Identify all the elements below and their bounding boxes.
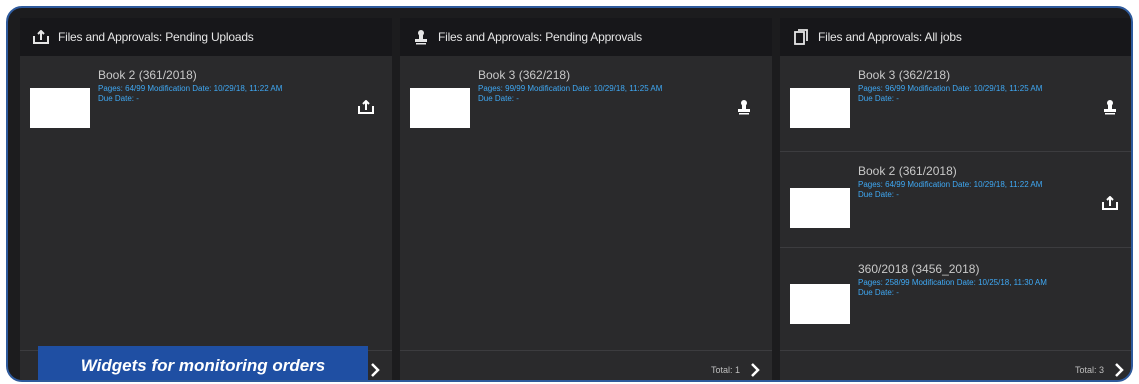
widget-title: Files and Approvals: All jobs [818, 30, 962, 44]
list-item[interactable]: Book 3 (362/218) Pages: 99/99 Modificati… [400, 56, 772, 152]
approval-stamp-icon [412, 29, 430, 45]
job-meta: Pages: 64/99 Modification Date: 10/29/18… [98, 84, 283, 93]
list-item[interactable]: 360/2018 (3456_2018) Pages: 258/99 Modif… [780, 248, 1131, 344]
chevron-right-icon[interactable] [750, 362, 762, 377]
job-title[interactable]: 360/2018 (3456_2018) [858, 262, 979, 276]
widget-footer: Total: 3 [780, 350, 1131, 380]
widget-title: Files and Approvals: Pending Approvals [438, 30, 642, 44]
widget-header: Files and Approvals: Pending Approvals [400, 18, 772, 56]
list-item[interactable]: Book 2 (361/2018) Pages: 64/99 Modificat… [780, 152, 1131, 248]
chevron-right-icon[interactable] [1114, 362, 1126, 377]
due-date: Due Date: - [478, 94, 519, 103]
document-thumbnail[interactable] [790, 284, 850, 324]
widget-header: Files and Approvals: Pending Uploads [20, 18, 392, 56]
due-date: Due Date: - [858, 94, 899, 103]
widget-footer: Total: 1 [400, 350, 772, 380]
job-meta: Pages: 99/99 Modification Date: 10/29/18… [478, 84, 663, 93]
pending-approvals-widget: Files and Approvals: Pending Approvals B… [400, 18, 772, 380]
upload-icon[interactable] [1100, 194, 1120, 212]
document-thumbnail[interactable] [790, 88, 850, 128]
job-title[interactable]: Book 2 (361/2018) [858, 164, 957, 178]
upload-icon[interactable] [356, 98, 376, 116]
upload-icon [32, 29, 50, 45]
job-title[interactable]: Book 2 (361/2018) [98, 68, 197, 82]
total-count: Total: 1 [710, 364, 740, 375]
job-meta: Pages: 96/99 Modification Date: 10/29/18… [858, 84, 1043, 93]
job-title[interactable]: Book 3 (362/218) [858, 68, 950, 82]
approval-stamp-icon[interactable] [734, 98, 754, 116]
widget-header: Files and Approvals: All jobs [780, 18, 1131, 56]
job-title[interactable]: Book 3 (362/218) [478, 68, 570, 82]
due-date: Due Date: - [858, 288, 899, 297]
document-thumbnail[interactable] [30, 88, 90, 128]
list-item[interactable]: Book 2 (361/2018) Pages: 64/99 Modificat… [20, 56, 392, 152]
job-meta: Pages: 258/99 Modification Date: 10/25/1… [858, 278, 1047, 287]
all-jobs-widget: Files and Approvals: All jobs Book 3 (36… [780, 18, 1131, 380]
due-date: Due Date: - [98, 94, 139, 103]
due-date: Due Date: - [858, 190, 899, 199]
widget-title: Files and Approvals: Pending Uploads [58, 30, 254, 44]
caption-banner: Widgets for monitoring orders [38, 346, 368, 380]
total-count: Total: 3 [1074, 364, 1104, 375]
list-item[interactable]: Book 3 (362/218) Pages: 96/99 Modificati… [780, 56, 1131, 152]
document-thumbnail[interactable] [410, 88, 470, 128]
pending-uploads-widget: Files and Approvals: Pending Uploads Boo… [20, 18, 392, 380]
job-meta: Pages: 64/99 Modification Date: 10/29/18… [858, 180, 1043, 189]
jobs-icon [792, 29, 810, 45]
chevron-right-icon[interactable] [370, 362, 382, 377]
approval-stamp-icon[interactable] [1100, 98, 1120, 116]
dashboard-frame: Files and Approvals: Pending Uploads Boo… [6, 6, 1133, 382]
document-thumbnail[interactable] [790, 188, 850, 228]
